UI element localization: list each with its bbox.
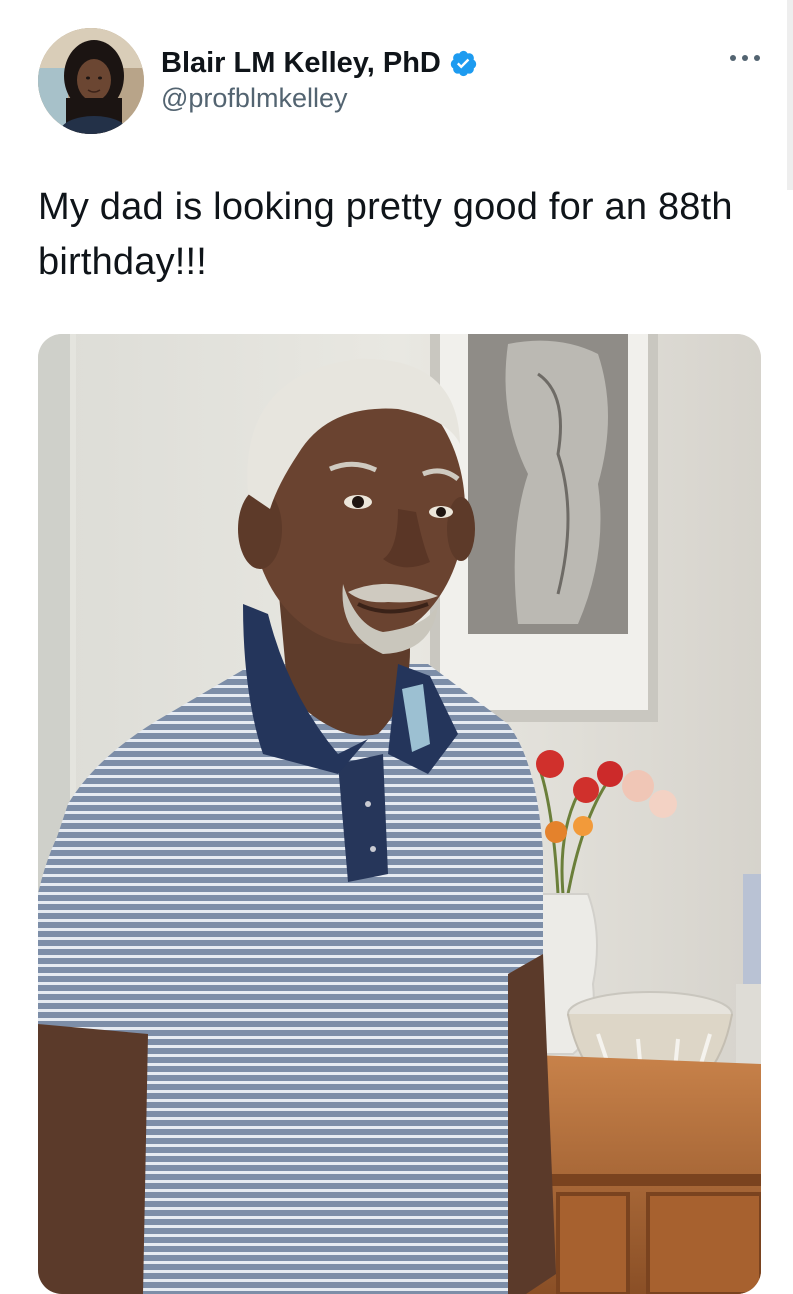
tweet-header: Blair LM Kelley, PhD @profblmkelley [38, 28, 768, 138]
author-handle[interactable]: @profblmkelley [161, 83, 478, 114]
verified-badge-icon [449, 49, 478, 78]
author-name[interactable]: Blair LM Kelley, PhD [161, 47, 441, 80]
author-block: Blair LM Kelley, PhD @profblmkelley [161, 44, 478, 114]
more-dot [730, 55, 736, 61]
tweet-photo[interactable] [38, 334, 761, 1294]
scrollbar[interactable] [787, 0, 793, 190]
more-dot [742, 55, 748, 61]
more-options-icon[interactable] [730, 52, 760, 64]
tweet-text: My dad is looking pretty good for an 88t… [38, 186, 733, 283]
tweet-card: Blair LM Kelley, PhD @profblmkelley My d… [0, 0, 793, 1294]
more-dot [754, 55, 760, 61]
author-avatar[interactable] [38, 28, 144, 134]
author-name-row: Blair LM Kelley, PhD [161, 44, 478, 82]
